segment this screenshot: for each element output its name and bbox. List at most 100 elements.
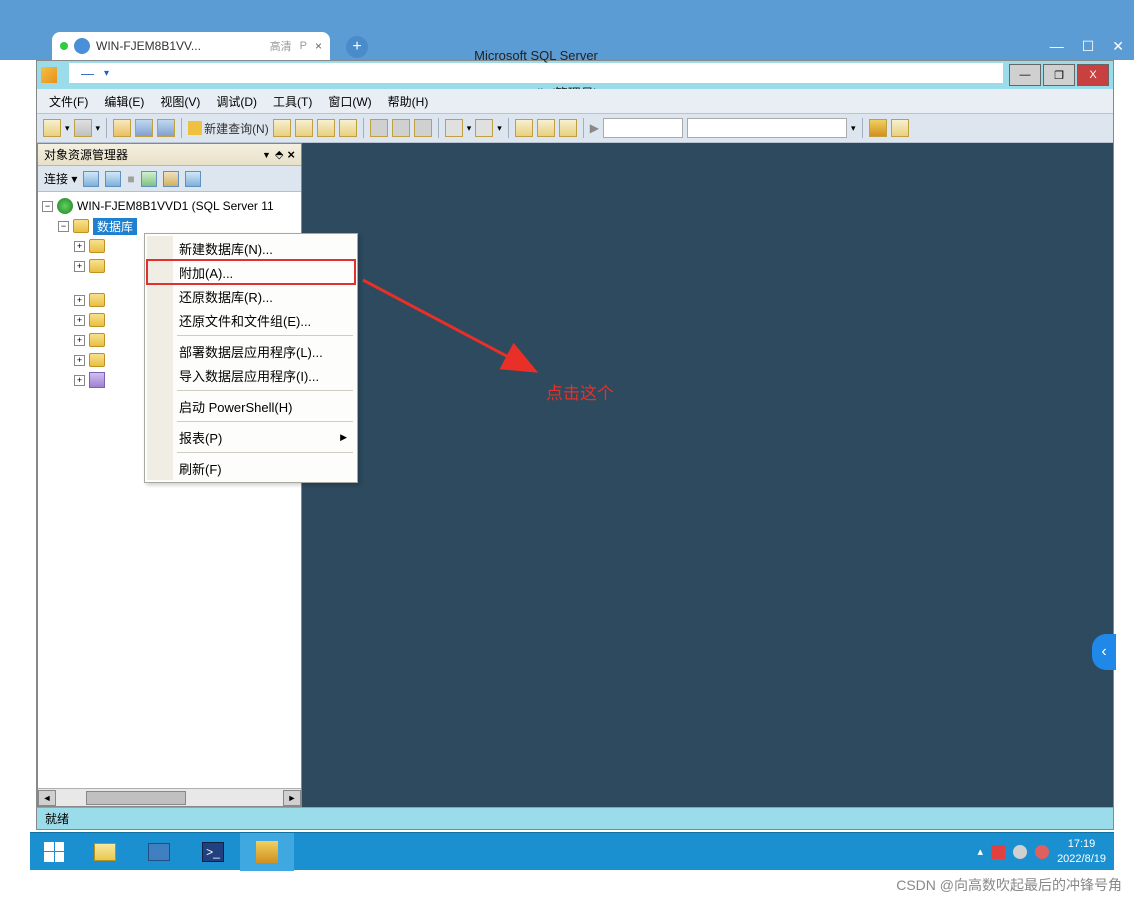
tray-network-icon[interactable] [1013,845,1027,859]
taskbar: >_ ▴ 17:19 2022/8/19 [30,832,1114,870]
folder-icon [89,293,105,307]
tb-icon-5[interactable] [515,119,533,137]
oe-tb-icon-5[interactable] [185,171,201,187]
collapse-icon[interactable]: − [42,201,53,212]
tb-icon-6[interactable] [537,119,555,137]
expand-icon[interactable]: + [74,315,85,326]
tb-icon-1[interactable] [273,119,291,137]
menu-restore-files[interactable]: 还原文件和文件组(E)... [147,308,355,332]
oe-tb-icon-4[interactable] [163,171,179,187]
browser-minimize-button[interactable]: — [1050,38,1064,55]
tb-icon-8[interactable] [869,119,887,137]
cut-icon[interactable] [370,119,388,137]
maximize-button[interactable]: ❐ [1043,64,1075,86]
menu-help[interactable]: 帮助(H) [382,91,435,112]
expand-icon[interactable]: + [74,335,85,346]
ssms-icon [256,841,278,863]
watermark: CSDN @向高数吹起最后的冲锋号角 [896,875,1122,895]
db-selector[interactable] [603,118,683,138]
folder-open-icon[interactable] [113,119,131,137]
menu-attach[interactable]: 附加(A)... [147,260,355,284]
menu-debug[interactable]: 调试(D) [210,91,263,112]
menu-deploy-dac[interactable]: 部署数据层应用程序(L)... [147,339,355,363]
menu-window[interactable]: 窗口(W) [322,91,377,112]
redo-icon[interactable] [475,119,493,137]
oe-tb-icon-2[interactable] [105,171,121,187]
open-icon[interactable] [74,119,92,137]
folder-icon [89,239,105,253]
menu-file[interactable]: 文件(F) [43,91,94,112]
oe-tb-icon-1[interactable] [83,171,99,187]
browser-close-button[interactable]: ✕ [1112,38,1124,55]
expand-icon[interactable]: + [74,375,85,386]
execute-button[interactable]: ▶ [590,121,599,135]
expand-icon[interactable]: + [74,241,85,252]
menu-powershell[interactable]: 启动 PowerShell(H) [147,394,355,418]
windows-logo-icon [44,842,64,862]
oe-scrollbar[interactable]: ◄ ► [38,788,301,806]
tray-expand-icon[interactable]: ▴ [978,845,984,858]
menu-restore-db[interactable]: 还原数据库(R)... [147,284,355,308]
oe-close-icon[interactable]: × [287,147,295,162]
object-explorer-header: 对象资源管理器 ▼ ⬘ × [38,144,301,166]
tray-flag-icon[interactable] [991,845,1005,859]
oe-dropdown-icon[interactable]: ▼ [262,150,271,160]
ssms-titlebar: Microsoft SQL Server — ▾ ement Studio(管理… [37,61,1113,89]
search-input[interactable] [687,118,847,138]
server-icon [57,198,73,214]
undo-icon[interactable] [445,119,463,137]
folder-icon [89,333,105,347]
scroll-right-button[interactable]: ► [283,790,301,806]
rdp-icon [148,843,170,861]
menu-refresh[interactable]: 刷新(F) [147,456,355,480]
save-icon[interactable] [135,119,153,137]
side-widget-button[interactable]: ‹ [1092,634,1116,670]
menu-import-dac[interactable]: 导入数据层应用程序(I)... [147,363,355,387]
menu-edit[interactable]: 编辑(E) [98,91,150,112]
expand-icon[interactable]: + [74,261,85,272]
taskbar-clock[interactable]: 17:19 2022/8/19 [1057,837,1106,866]
tb-icon-9[interactable] [891,119,909,137]
ssms-app-icon [41,67,57,83]
tb-icon-3[interactable] [317,119,335,137]
taskbar-remote-desktop[interactable] [132,833,186,871]
scroll-thumb[interactable] [86,791,186,805]
new-project-icon[interactable] [43,119,61,137]
new-query-button[interactable]: 新建查询(N) [188,120,269,137]
pin-icon[interactable]: ⬘ [275,148,283,161]
taskbar-powershell[interactable]: >_ [186,833,240,871]
menu-tools[interactable]: 工具(T) [267,91,318,112]
context-menu: 新建数据库(N)... 附加(A)... 还原数据库(R)... 还原文件和文件… [144,233,358,483]
expand-icon[interactable]: + [74,295,85,306]
save-all-icon[interactable] [157,119,175,137]
close-button[interactable]: X [1077,64,1109,86]
copy-icon[interactable] [392,119,410,137]
powershell-icon: >_ [202,842,224,862]
menu-new-database[interactable]: 新建数据库(N)... [147,236,355,260]
minimize-button[interactable]: — [1009,64,1041,86]
title-dropdown[interactable]: — ▾ [69,63,1003,83]
tree-server-node[interactable]: − WIN-FJEM8B1VVD1 (SQL Server 11 [38,196,301,216]
taskbar-file-explorer[interactable] [78,833,132,871]
oe-tb-icon-3[interactable] [141,171,157,187]
browser-window-controls: — ☐ ✕ [1050,38,1124,55]
tb-icon-7[interactable] [559,119,577,137]
menu-reports[interactable]: 报表(P)▶ [147,425,355,449]
tb-icon-2[interactable] [295,119,313,137]
tb-icon-4[interactable] [339,119,357,137]
paste-icon[interactable] [414,119,432,137]
connect-button[interactable]: 连接 ▾ [44,170,77,187]
expand-icon[interactable]: + [74,355,85,366]
taskbar-ssms[interactable] [240,833,294,871]
status-text: 就绪 [45,810,69,827]
tray-volume-icon[interactable] [1035,845,1049,859]
scroll-left-button[interactable]: ◄ [38,790,56,806]
collapse-icon[interactable]: − [58,221,69,232]
menu-view[interactable]: 视图(V) [154,91,206,112]
browser-maximize-button[interactable]: ☐ [1082,38,1095,55]
start-button[interactable] [30,833,78,871]
ssms-menubar: 文件(F) 编辑(E) 视图(V) 调试(D) 工具(T) 窗口(W) 帮助(H… [37,89,1113,113]
status-bar: 就绪 [37,807,1113,829]
submenu-arrow-icon: ▶ [340,432,347,443]
query-icon [188,121,202,135]
